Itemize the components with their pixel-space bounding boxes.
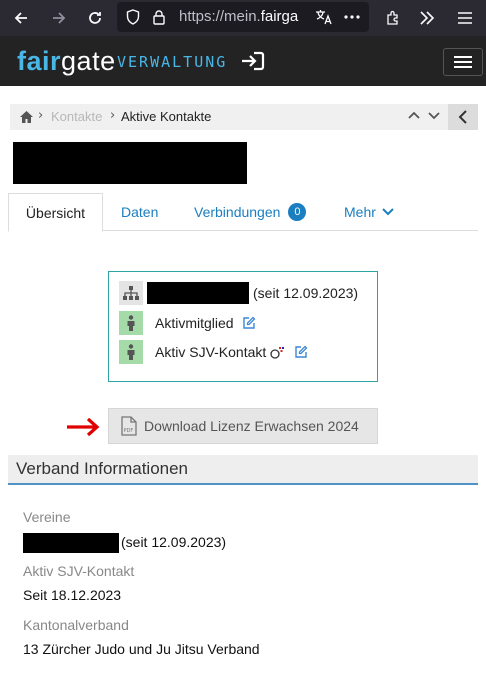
home-icon[interactable] [19,109,34,123]
url-host: fairga [260,8,299,25]
extensions-icon[interactable] [380,0,406,36]
org-hierarchy-icon [119,281,143,305]
tab-connections-label: Verbindungen [194,204,281,220]
brand-gate: gate [61,46,116,76]
hamburger-line [454,61,472,63]
tab-connections[interactable]: Verbindungen 0 [194,193,307,231]
login-icon[interactable] [240,50,266,72]
prev-next-arrows [407,108,443,126]
section-title: Verband Informationen [16,459,189,478]
section-header-verband: Verband Informationen [8,455,478,485]
browser-toolbar: https://mein.fairga [0,0,486,36]
breadcrumb-link-kontakte[interactable]: Kontakte [51,109,102,124]
overflow-icon[interactable] [414,0,440,36]
redacted-club-name [147,282,249,304]
chevron-up-icon[interactable] [408,111,420,119]
field-value-kantonalverband: 13 Zürcher Judo und Ju Jitsu Verband [23,641,260,657]
breadcrumb-current: Aktive Kontakte [121,109,212,124]
brand-fair: fair [17,46,62,76]
tab-bar: Übersicht Daten Verbindungen 0 Mehr [8,193,478,232]
url-text: https://mein.fairga [179,8,309,25]
membership-row-club: (seit 12.09.2023) [119,281,358,305]
breadcrumb-separator: › [110,108,116,123]
membership-since: (seit 12.09.2023) [253,285,359,301]
hamburger-line [454,66,472,68]
tab-overview[interactable]: Übersicht [8,193,103,232]
translate-icon[interactable] [313,2,335,32]
download-license-label: Download Lizenz Erwachsen 2024 [144,418,359,434]
breadcrumb: › Kontakte › Aktive Kontakte [10,104,478,130]
download-license-button[interactable]: PDF Download Lizenz Erwachsen 2024 [108,408,378,444]
chevron-left-icon [458,110,467,124]
membership-box: (seit 12.09.2023) Aktivmitglied Aktiv SJ… [108,271,378,382]
tab-more-label: Mehr [344,204,376,220]
back-button[interactable] [448,104,478,130]
pdf-file-icon: PDF [121,416,137,436]
pdf-label: PDF [124,428,134,434]
field-value-sjv-kontakt: Seit 18.12.2023 [23,587,122,603]
person-icon [119,340,143,364]
red-arrow-icon [67,417,100,437]
connections-count-badge: 0 [288,203,307,221]
edit-icon[interactable] [242,316,256,330]
tab-data-label: Daten [121,204,159,220]
reload-icon[interactable] [82,0,108,36]
hamburger-line [454,56,472,58]
chevron-down-icon [382,208,394,216]
url-bar[interactable]: https://mein.fairga [117,2,369,32]
field-label-kantonalverband: Kantonalverband [23,617,129,633]
shield-icon[interactable] [123,2,143,32]
sjv-logo-icon [270,347,285,359]
app-header: fairgate VERWALTUNG [0,36,486,86]
url-prefix: https://mein. [179,8,261,25]
role-aktivmitglied: Aktivmitglied [155,315,234,331]
forward-icon[interactable] [46,0,72,36]
field-value-vereine-since: (seit 12.09.2023) [121,534,227,550]
menu-icon[interactable] [452,0,478,36]
back-icon[interactable] [8,0,34,36]
tab-overview-label: Übersicht [25,204,86,221]
redacted-club-value [23,533,119,553]
membership-row-sjv-kontakt: Aktiv SJV-Kontakt [119,340,308,364]
breadcrumb-separator: › [38,108,44,123]
field-label-vereine: Vereine [23,509,71,525]
membership-row-aktivmitglied: Aktivmitglied [119,311,256,335]
brand-logo[interactable]: fairgate [17,46,116,77]
chevron-down-icon[interactable] [428,112,440,120]
hamburger-menu-button[interactable] [443,48,483,76]
redacted-contact-name [13,142,247,184]
tab-more[interactable]: Mehr [344,193,394,231]
tab-data[interactable]: Daten [121,193,158,231]
person-icon [119,311,143,335]
edit-icon[interactable] [294,345,308,359]
field-label-sjv-kontakt: Aktiv SJV-Kontakt [23,563,135,579]
brand-subtitle: VERWALTUNG [117,53,228,71]
lock-icon[interactable] [149,2,169,32]
role-sjv-kontakt: Aktiv SJV-Kontakt [155,344,267,360]
more-icon[interactable] [341,2,363,32]
